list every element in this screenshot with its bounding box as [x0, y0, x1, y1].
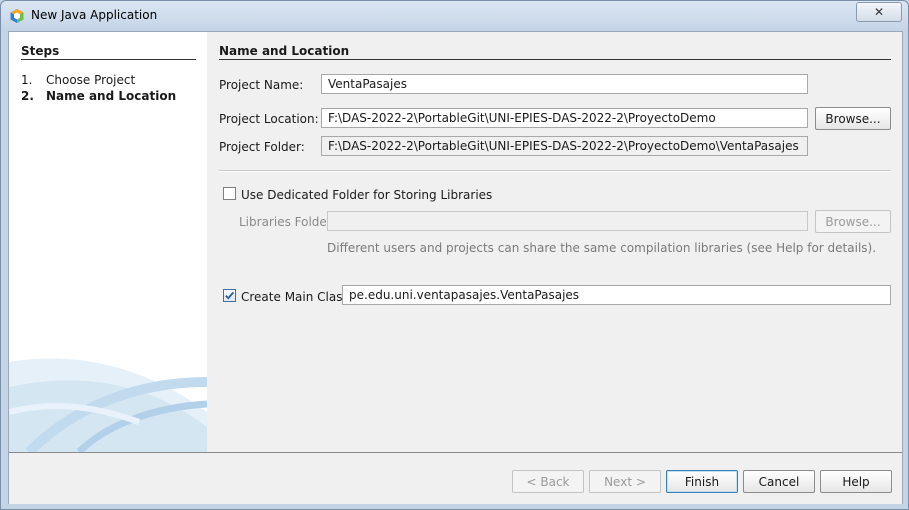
window-title: New Java Application	[31, 8, 158, 22]
close-button[interactable]: ✕	[856, 2, 902, 22]
dialog-window: New Java Application ✕ Steps 1. Choose Pr…	[0, 0, 909, 510]
button-bar: < Back Next > Finish Cancel Help	[9, 452, 902, 504]
dialog-content: Steps 1. Choose Project 2. Name and Locati…	[8, 31, 903, 504]
checkmark-icon	[225, 291, 235, 300]
project-location-label: Project Location:	[219, 112, 319, 126]
project-folder-field: F:\DAS-2022-2\PortableGit\UNI-EPIES-DAS-…	[321, 136, 808, 156]
dedicated-folder-label[interactable]: Use Dedicated Folder for Storing Librari…	[241, 188, 492, 202]
main-panel: Name and Location Project Name: VentaPas…	[207, 32, 902, 452]
project-location-input[interactable]: F:\DAS-2022-2\PortableGit\UNI-EPIES-DAS-…	[321, 108, 808, 128]
step-number: 2.	[21, 89, 34, 103]
steps-panel: Steps 1. Choose Project 2. Name and Locati…	[9, 32, 207, 452]
step-label: Choose Project	[46, 73, 136, 87]
libraries-folder-input	[327, 211, 808, 231]
step-choose-project: 1. Choose Project	[21, 73, 135, 87]
step-number: 1.	[21, 73, 33, 87]
steps-title: Steps	[21, 44, 196, 60]
create-main-class-checkbox[interactable]	[223, 289, 236, 302]
finish-button[interactable]: Finish	[666, 470, 738, 493]
title-bar: New Java Application ✕	[1, 1, 908, 31]
libraries-folder-label: Libraries Folder:	[239, 215, 336, 229]
close-icon: ✕	[873, 5, 885, 19]
cancel-button[interactable]: Cancel	[743, 470, 815, 493]
libraries-folder-browse-button: Browse...	[815, 210, 891, 233]
step-name-and-location: 2. Name and Location	[21, 89, 176, 103]
main-class-input[interactable]: pe.edu.uni.ventapasajes.VentaPasajes	[342, 285, 891, 305]
project-name-input[interactable]: VentaPasajes	[321, 74, 808, 94]
project-folder-label: Project Folder:	[219, 140, 305, 154]
project-name-label: Project Name:	[219, 78, 304, 92]
step-label: Name and Location	[46, 89, 177, 103]
project-location-browse-button[interactable]: Browse...	[815, 107, 891, 130]
dedicated-folder-checkbox[interactable]	[223, 187, 236, 200]
netbeans-icon	[9, 8, 25, 24]
help-button[interactable]: Help	[820, 470, 892, 493]
section-title: Name and Location	[219, 44, 891, 60]
decorative-swoosh-graphic	[9, 358, 207, 452]
back-button: < Back	[512, 470, 584, 493]
libraries-hint-text: Different users and projects can share t…	[327, 241, 877, 255]
create-main-class-label[interactable]: Create Main Class	[241, 290, 349, 304]
next-button: Next >	[589, 470, 661, 493]
separator	[219, 170, 891, 172]
